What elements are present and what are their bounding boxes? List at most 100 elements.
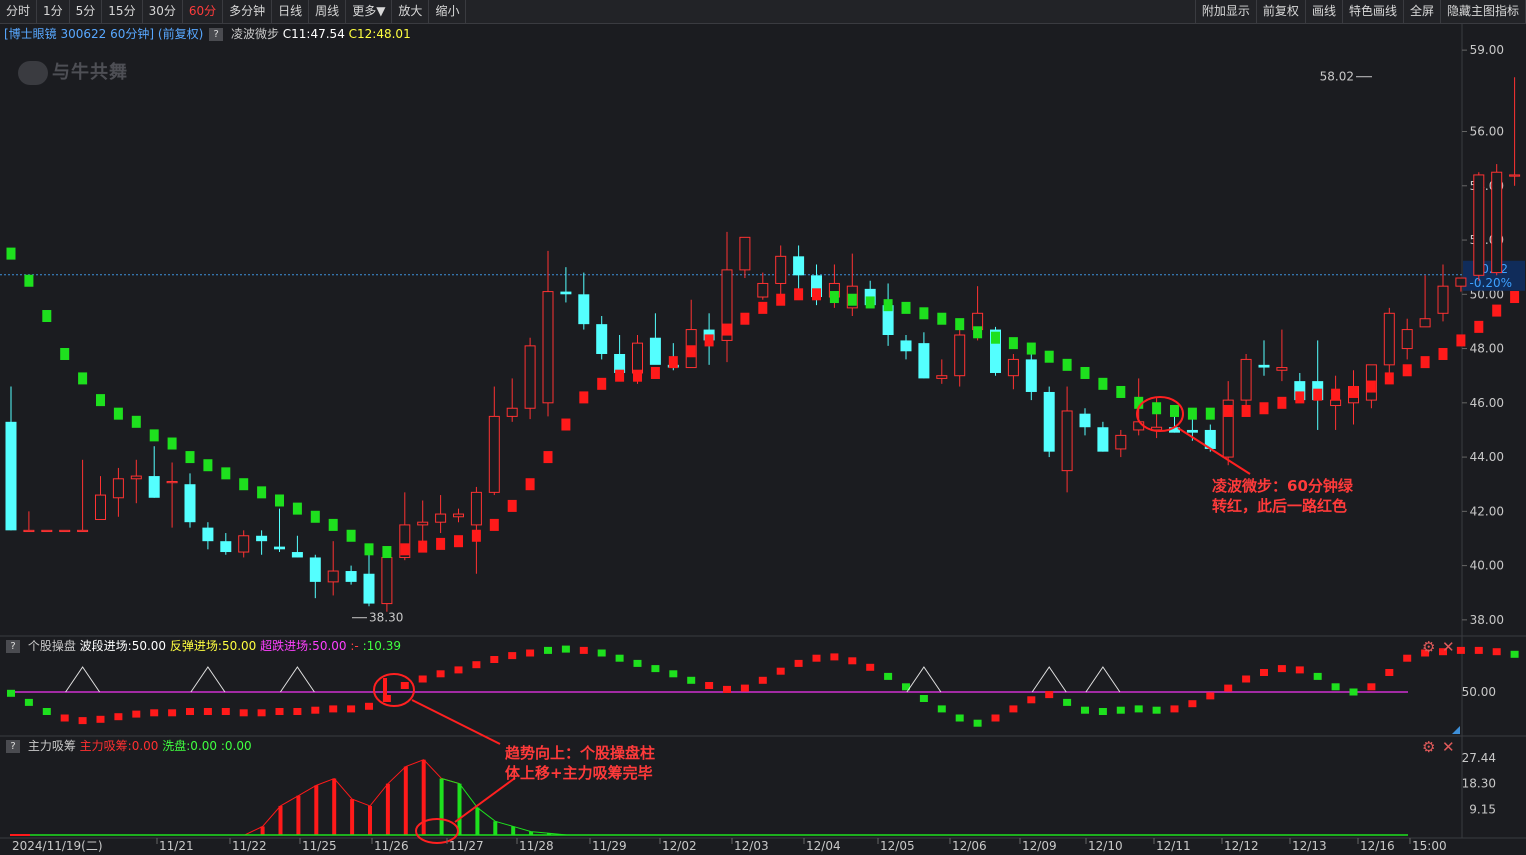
candle [900,335,912,360]
panel3-bar [332,778,337,835]
lbwb-step [794,288,804,301]
candle [453,508,464,523]
panel2-marker [1170,705,1179,713]
candle-body [130,475,142,480]
help-icon[interactable]: ? [209,28,224,41]
candle-body [1455,277,1467,287]
high-label: 58.02 [1320,70,1354,84]
annotation-lbwb: 凌波微步：60分钟绿 转红，此后一路红色 [1212,477,1353,515]
lbwb-step [650,366,660,379]
tool-button-4[interactable]: 全屏 [1404,0,1441,23]
tool-button-5[interactable]: 隐藏主图指标 [1441,0,1526,23]
low-label: 38.30 [369,611,403,625]
x-label-7: 11/29 [592,839,627,853]
panel2-name[interactable]: 个股操盘 [28,639,76,653]
panel2-marker [723,685,731,693]
lbwb-step [6,247,16,260]
lbwb-step [1241,404,1251,417]
period-tab-7[interactable]: 日线 [272,0,310,23]
panel3-bar [260,826,265,835]
panel2-marker [150,709,159,717]
period-tab-5[interactable]: 60分 [183,0,224,23]
price-tick-5: 48.00 [1470,342,1504,356]
candle-body [256,535,268,542]
candle [1401,318,1413,360]
candle-body [417,521,429,526]
candle-body [238,535,250,553]
candle [256,530,268,555]
candle [1007,353,1019,390]
period-tab-11[interactable]: 缩小 [429,0,467,23]
candle-body [184,484,196,523]
period-tab-2[interactable]: 5分 [70,0,103,23]
panel2-marker [1403,654,1412,662]
panel2-marker [1331,683,1340,691]
tool-button-1[interactable]: 前复权 [1257,0,1306,23]
period-tab-6[interactable]: 多分钟 [223,0,273,23]
panel3-bar [403,766,408,835]
panel2-marker [830,653,839,661]
candle [112,467,124,517]
panel2-marker [1063,698,1072,706]
lbwb-step [328,518,338,531]
panel2-marker [758,676,767,684]
candle [596,316,608,360]
candle [1061,386,1073,493]
lbwb-step [1223,404,1233,417]
period-tab-8[interactable]: 周线 [309,0,347,23]
candle-body [1437,285,1449,314]
panel2-close-icon[interactable]: ✕ [1442,638,1455,656]
x-label-1: 11/21 [159,839,194,853]
candle [954,326,966,387]
lbwb-step [901,301,911,314]
lbwb-step [149,429,159,442]
panel2-marker [919,695,928,702]
lbwb-step [973,326,983,339]
price-tag-change: -0.20% [1470,276,1512,290]
candle-body [345,571,357,582]
candle [649,313,661,365]
lbwb-step [113,407,123,420]
panel2-marker [1313,672,1322,680]
panel3-close-icon[interactable]: ✕ [1442,738,1455,756]
help-icon[interactable]: ? [6,640,20,653]
panel2-marker [937,705,946,713]
period-tab-0[interactable]: 分时 [0,0,38,23]
candle [793,245,805,292]
lbwb-step [1349,385,1358,398]
candle [59,529,71,533]
tool-button-3[interactable]: 特色画线 [1343,0,1404,23]
candle-body [775,255,787,284]
annotation-pointer-3 [454,777,516,823]
period-tab-4[interactable]: 30分 [143,0,183,23]
candle [739,236,751,279]
tool-button-2[interactable]: 画线 [1306,0,1343,23]
panel3-name[interactable]: 主力吸筹 [28,739,76,753]
period-tab-3[interactable]: 15分 [102,0,143,23]
lbwb-step [1044,350,1054,363]
lbwb-step [543,451,553,464]
indicator-name[interactable]: 凌波微步 [231,27,279,41]
help-icon[interactable]: ? [6,740,20,753]
panel2-marker [132,710,141,718]
lbwb-step [1026,342,1036,355]
candle-body [291,552,303,558]
panel2-gear-icon[interactable]: ⚙ [1422,638,1435,656]
period-tab-10[interactable]: 放大 [392,0,430,23]
period-tab-9[interactable]: 更多▼ [346,0,393,23]
panel3-bar [385,783,390,835]
lbwb-step [1420,356,1430,369]
panel2-marker [114,713,123,721]
period-tab-1[interactable]: 1分 [37,0,70,23]
panel3-gear-icon[interactable]: ⚙ [1422,738,1435,756]
tool-button-0[interactable]: 附加显示 [1194,0,1257,23]
panel2-marker [597,649,606,657]
candle-body [578,294,590,325]
panel2-marker [1009,705,1018,713]
x-label-12: 12/06 [952,839,987,853]
stock-title[interactable]: [博士眼镜 300622 60分钟] [4,27,154,41]
lbwb-step [1277,396,1287,409]
lbwb-step [292,502,302,515]
lbwb-step [1313,388,1323,401]
